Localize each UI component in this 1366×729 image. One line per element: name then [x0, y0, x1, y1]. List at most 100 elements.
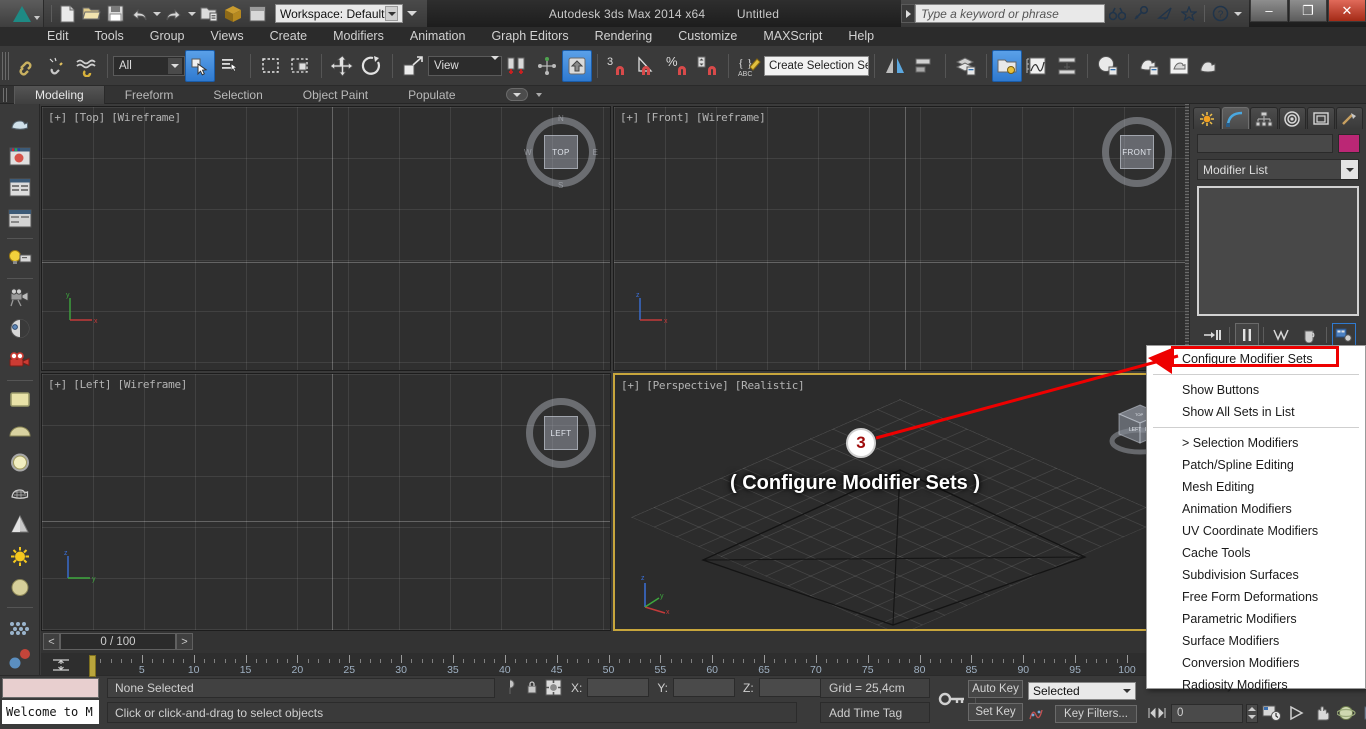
menu-item-show-all-sets[interactable]: Show All Sets in List [1147, 401, 1365, 423]
chevron-down-icon[interactable] [385, 6, 398, 21]
menu-item-selection-modifiers[interactable]: > Selection Modifiers [1147, 432, 1365, 454]
select-manipulate-button[interactable] [562, 49, 592, 82]
menu-item-animation-modifiers[interactable]: Animation Modifiers [1147, 498, 1365, 520]
timeline-ruler[interactable]: 5 10 15 20 25 30 35 40 45 50 55 60 65 70 75 80 85 90 95 100 [41, 653, 1187, 676]
menu-item-uv-coordinate-modifiers[interactable]: UV Coordinate Modifiers [1147, 520, 1365, 542]
make-unique-icon[interactable] [1269, 323, 1293, 347]
menu-item-customize[interactable]: Customize [665, 27, 750, 46]
redo-icon[interactable] [163, 3, 185, 24]
menu-item-show-buttons[interactable]: Show Buttons [1147, 379, 1365, 401]
menu-item-modifiers[interactable]: Modifiers [320, 27, 397, 46]
teapot-icon[interactable] [4, 110, 36, 139]
set-key-filters-toggle-icon[interactable] [1026, 704, 1048, 723]
menu-item-subdivision-surfaces[interactable]: Subdivision Surfaces [1147, 564, 1365, 586]
spinner-snap-icon[interactable] [693, 50, 723, 82]
select-by-name-icon[interactable] [215, 50, 245, 82]
nav-face-label[interactable]: TOP [544, 135, 578, 169]
align-icon[interactable] [910, 50, 940, 82]
current-frame-display[interactable]: 0 / 100 [60, 633, 176, 650]
key-range-icon[interactable] [1146, 703, 1168, 723]
undo-icon[interactable] [128, 3, 150, 24]
question-icon[interactable]: ? [1209, 3, 1231, 24]
pan-icon[interactable] [1311, 703, 1333, 723]
render-setup-toolbar-icon[interactable] [1134, 50, 1164, 82]
satellite-icon[interactable] [1154, 3, 1176, 24]
zoom-icon[interactable] [1286, 703, 1308, 723]
maxscript-mini-listener-output[interactable] [2, 678, 99, 698]
select-link-icon[interactable] [12, 50, 42, 82]
viewport-top[interactable]: [+] [Top] [Wireframe] N W E S TOP y x [41, 106, 611, 371]
menu-item-animation[interactable]: Animation [397, 27, 479, 46]
maximize-viewport-icon[interactable] [1361, 703, 1366, 723]
material-editor-icon[interactable] [1093, 50, 1123, 82]
display-tab-icon[interactable] [1307, 107, 1335, 129]
menu-item-create[interactable]: Create [257, 27, 321, 46]
select-object-button[interactable] [185, 49, 215, 82]
maxscript-mini-listener-input[interactable]: Welcome to M [2, 700, 99, 724]
ribbon-tab-object-paint[interactable]: Object Paint [283, 86, 388, 104]
hierarchy-tab-icon[interactable] [1250, 107, 1278, 129]
menu-item-maxscript[interactable]: MAXScript [750, 27, 835, 46]
viewport-label-front[interactable]: [+] [Front] [Wireframe] [620, 111, 766, 124]
menu-item-graph-editors[interactable]: Graph Editors [478, 27, 581, 46]
object-name-field[interactable] [1197, 134, 1333, 153]
key-filters-button[interactable]: Key Filters... [1055, 705, 1137, 723]
view-gizmo-front[interactable]: FRONT [1098, 113, 1176, 191]
object-color-swatch[interactable] [1338, 134, 1360, 153]
curve-editor-icon[interactable] [1022, 50, 1052, 82]
orbit-icon[interactable] [1336, 703, 1358, 723]
view-gizmo-left[interactable]: LEFT [522, 394, 600, 472]
search-input[interactable]: Type a keyword or phrase [915, 4, 1105, 23]
edit-named-selection-icon[interactable]: { } ABC [734, 50, 764, 82]
ribbon-tab-populate[interactable]: Populate [388, 86, 475, 104]
shaded-sphere-icon[interactable] [4, 314, 36, 343]
viewport-label-top[interactable]: [+] [Top] [Wireframe] [48, 111, 181, 124]
render-setup-icon[interactable] [222, 3, 244, 24]
new-file-icon[interactable] [56, 3, 78, 24]
unlink-icon[interactable] [42, 50, 72, 82]
chevron-down-icon[interactable] [491, 55, 499, 72]
app-menu-button[interactable] [0, 0, 44, 27]
auto-key-button[interactable]: Auto Key [968, 680, 1023, 698]
help-dropdown-icon[interactable] [1233, 3, 1242, 24]
modifier-list-dropdown[interactable]: Modifier List [1197, 159, 1359, 180]
dynamics-icon[interactable] [4, 644, 36, 673]
menu-item-parametric-modifiers[interactable]: Parametric Modifiers [1147, 608, 1365, 630]
render-frame-window-icon[interactable] [246, 3, 268, 24]
coord-field-y[interactable] [673, 678, 736, 697]
modifier-stack-list[interactable] [1197, 186, 1359, 316]
set-key-button[interactable]: Set Key [968, 703, 1023, 721]
menu-item-group[interactable]: Group [137, 27, 198, 46]
camera-icon[interactable] [4, 283, 36, 312]
menu-item-help[interactable]: Help [835, 27, 887, 46]
time-configuration-icon[interactable] [1261, 703, 1283, 723]
chevron-down-icon[interactable] [1123, 689, 1131, 693]
coord-field-x[interactable] [587, 678, 650, 697]
list-panel-icon[interactable] [4, 173, 36, 202]
configure-modifier-sets-menu[interactable]: Configure Modifier Sets Show Buttons Sho… [1146, 345, 1366, 692]
viewport-front[interactable]: [+] [Front] [Wireframe] FRONT z x [613, 106, 1187, 371]
menu-item-configure-modifier-sets[interactable]: Configure Modifier Sets [1147, 348, 1365, 370]
selection-lock-toggle-icon[interactable] [936, 682, 970, 716]
menu-item-conversion-modifiers[interactable]: Conversion Modifiers [1147, 652, 1365, 674]
rectangular-region-icon[interactable] [256, 50, 286, 82]
chevron-down-icon[interactable] [168, 57, 182, 74]
viewport-label-perspective[interactable]: [+] [Perspective] [Realistic] [621, 379, 805, 392]
close-button[interactable]: ✕ [1328, 0, 1366, 22]
key-icon[interactable] [1130, 3, 1152, 24]
minimize-button[interactable]: – [1250, 0, 1288, 22]
open-file-icon[interactable] [80, 3, 102, 24]
ribbon-options-icon[interactable] [535, 92, 542, 97]
select-rotate-icon[interactable] [357, 50, 387, 82]
sphere-icon[interactable] [4, 573, 36, 602]
star-icon[interactable] [1178, 3, 1200, 24]
menu-item-mesh-editing[interactable]: Mesh Editing [1147, 476, 1365, 498]
menu-item-patch-spline-editing[interactable]: Patch/Spline Editing [1147, 454, 1365, 476]
redo-dropdown-icon[interactable] [187, 3, 196, 24]
menu-item-edit[interactable]: Edit [34, 27, 82, 46]
remove-modifier-icon[interactable] [1297, 323, 1321, 347]
bind-spacewarp-icon[interactable] [72, 50, 102, 82]
utilities-tab-icon[interactable] [1335, 107, 1363, 129]
modify-tab-icon[interactable] [1221, 107, 1249, 129]
menu-item-cache-tools[interactable]: Cache Tools [1147, 542, 1365, 564]
